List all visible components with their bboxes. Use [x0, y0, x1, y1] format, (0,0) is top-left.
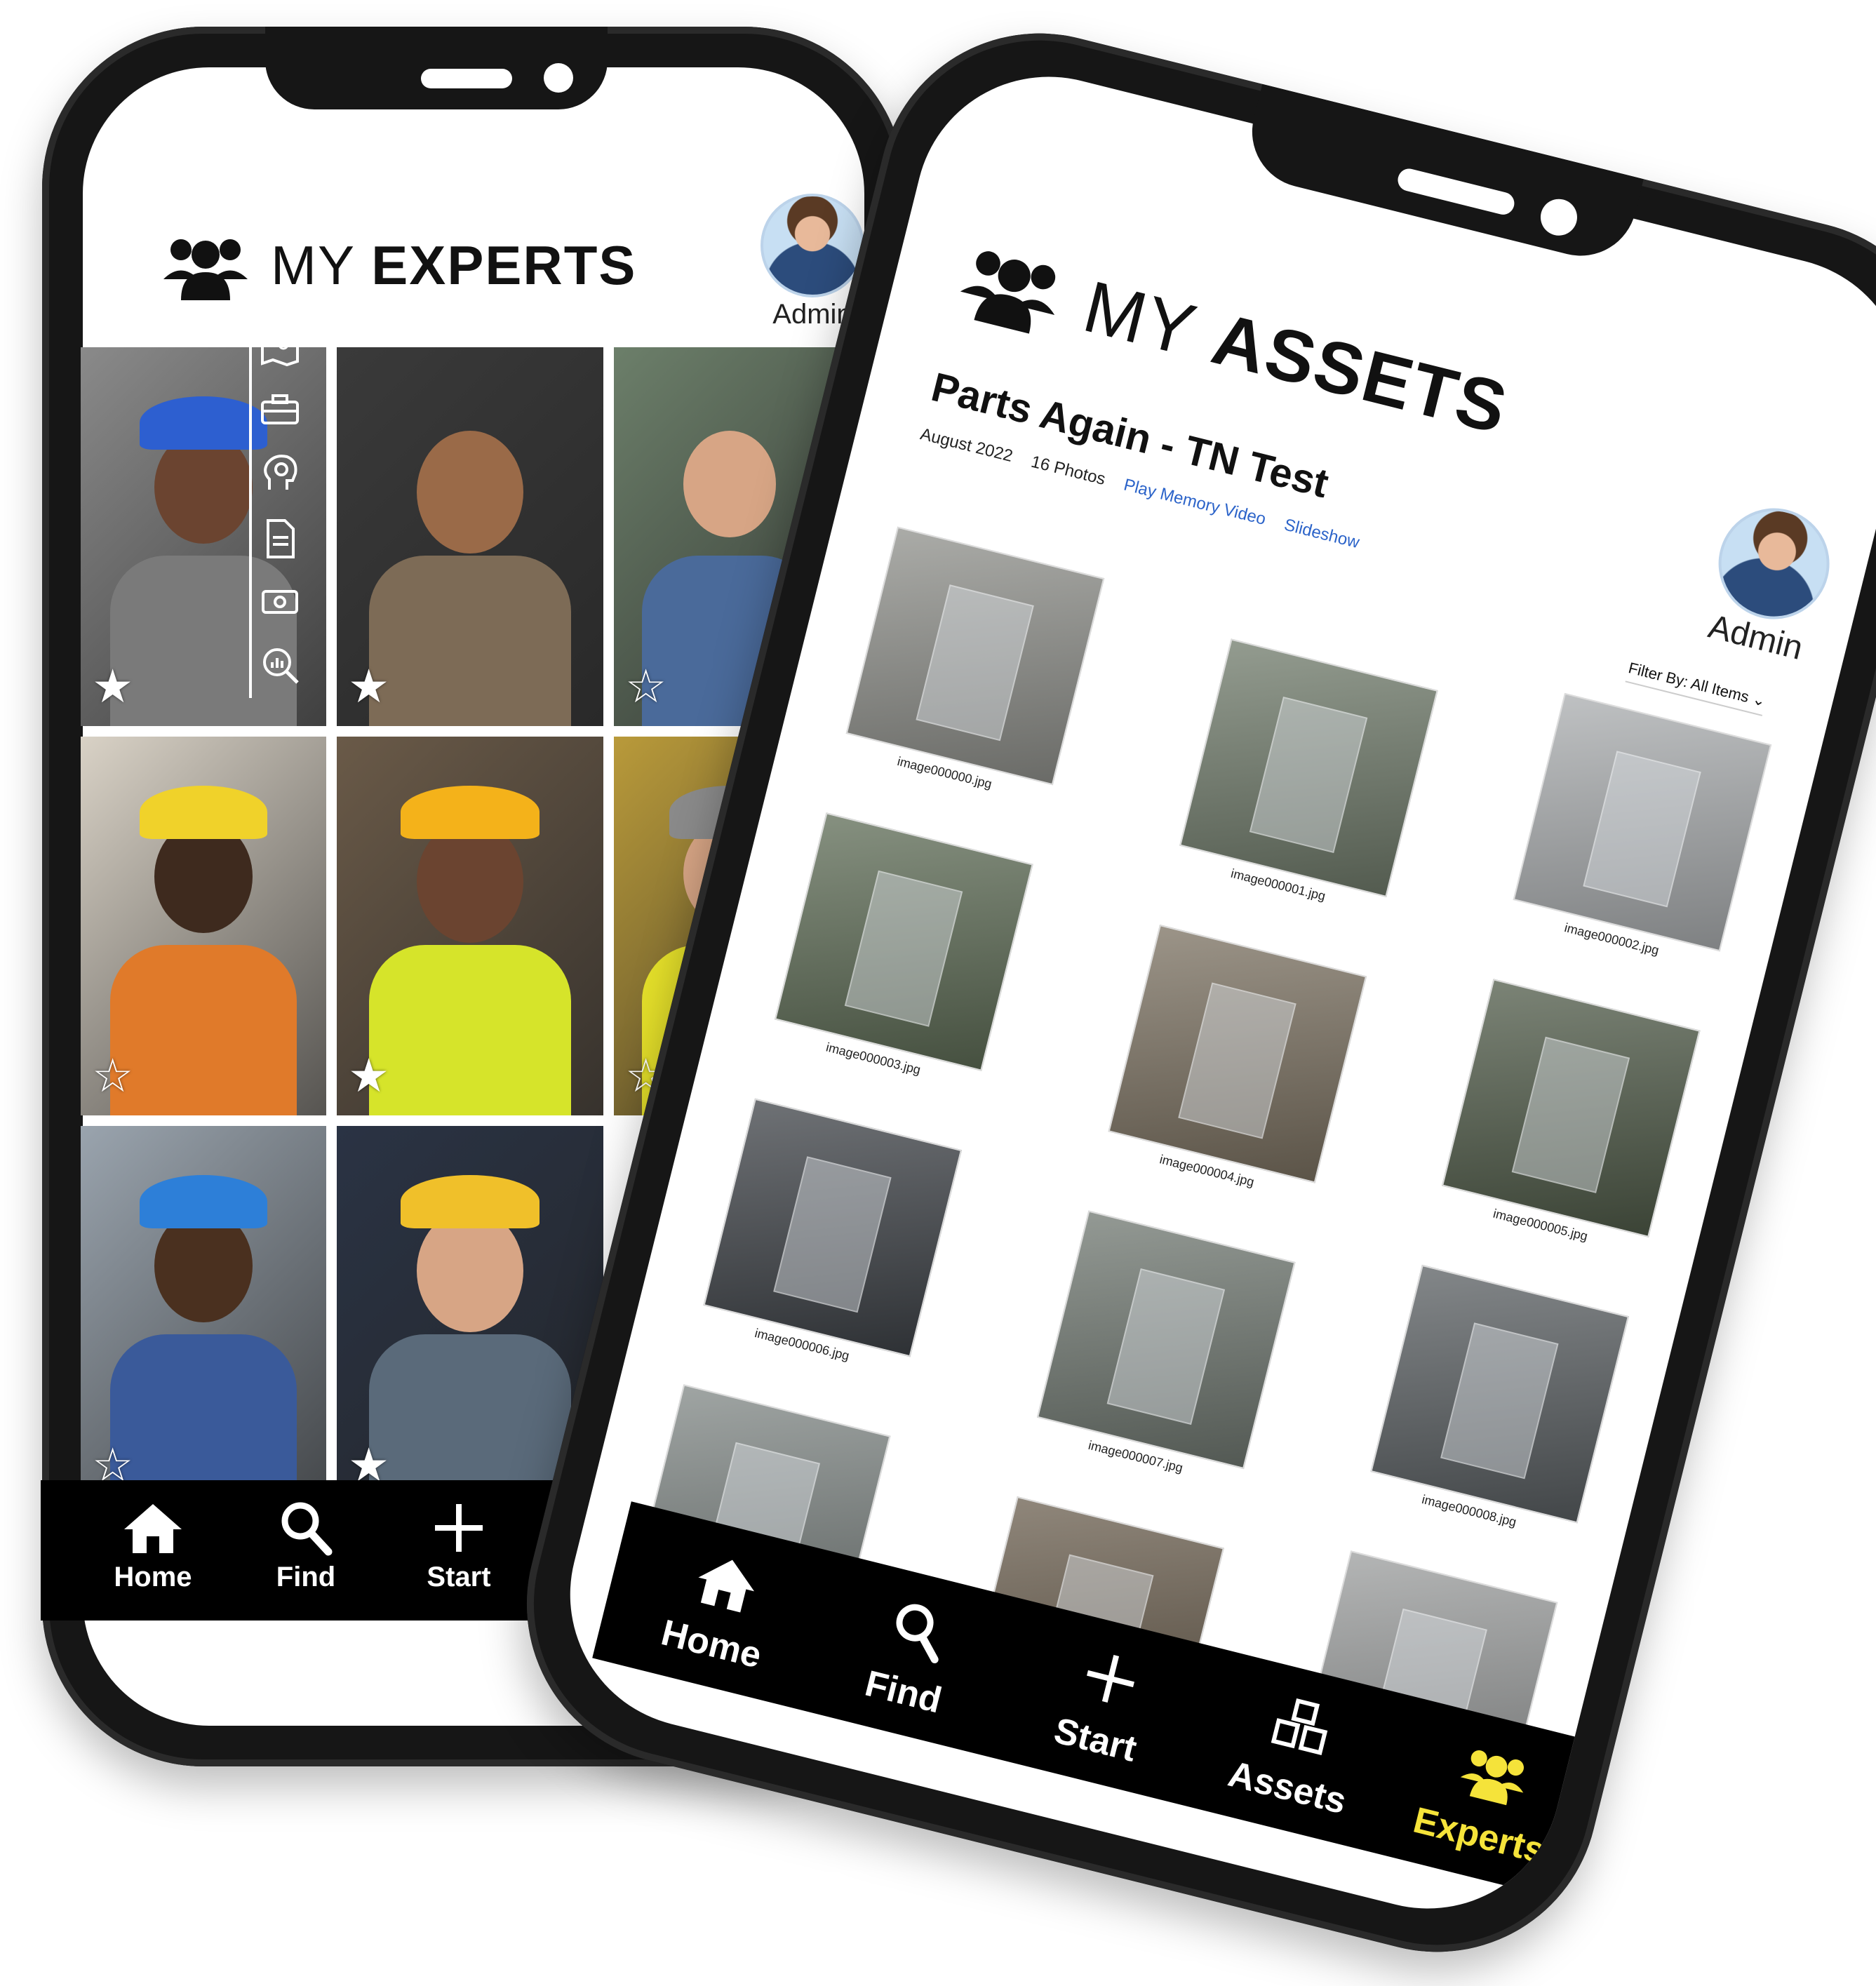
- filter-label: Filter By: All Items: [1626, 659, 1751, 706]
- star-outline-icon[interactable]: ☆: [92, 1049, 133, 1103]
- camera: [544, 63, 573, 93]
- nav-find[interactable]: Find: [844, 1576, 984, 1726]
- expert-action-bar: [249, 319, 308, 698]
- expert-body: [110, 1334, 297, 1505]
- nav-assets[interactable]: Assets: [1224, 1672, 1367, 1822]
- people-icon: [163, 239, 248, 300]
- nav-home[interactable]: Home: [652, 1529, 791, 1678]
- asset-object: [916, 584, 1034, 742]
- asset-thumbnail[interactable]: [1442, 979, 1701, 1237]
- album-count: 16 Photos: [1029, 452, 1108, 489]
- asset-object: [1440, 1322, 1559, 1480]
- expert-body: [368, 945, 572, 1115]
- expert-face: [683, 430, 776, 537]
- nav-experts[interactable]: Experts: [1409, 1720, 1560, 1872]
- expert-body: [368, 1334, 572, 1505]
- asset-object: [1249, 696, 1368, 854]
- asset-photo-card[interactable]: image000000.jpg: [840, 526, 1105, 806]
- asset-thumbnail[interactable]: [1513, 692, 1772, 952]
- home-icon: [121, 1494, 185, 1562]
- people-icon: [1450, 1725, 1539, 1824]
- cubes-icon: [1261, 1678, 1343, 1775]
- chevron-down-icon: ⌄: [1750, 690, 1768, 711]
- asset-photo-card[interactable]: image000001.jpg: [1174, 638, 1438, 918]
- hard-hat: [140, 396, 267, 450]
- expert-card[interactable]: ★: [337, 737, 603, 1115]
- expert-body: [110, 945, 297, 1115]
- asset-thumbnail[interactable]: [1179, 638, 1438, 898]
- people-icon: [960, 250, 1056, 334]
- head-gear-icon[interactable]: [259, 451, 301, 493]
- asset-photo-card[interactable]: image000004.jpg: [1103, 925, 1367, 1204]
- asset-thumbnail[interactable]: [775, 812, 1033, 1071]
- asset-object: [1583, 751, 1701, 908]
- asset-object: [844, 870, 963, 1027]
- document-icon[interactable]: [262, 518, 297, 560]
- search-icon: [881, 1583, 956, 1679]
- asset-photo-card[interactable]: image000007.jpg: [1031, 1210, 1296, 1490]
- asset-object: [1106, 1268, 1226, 1425]
- nav-start[interactable]: Start: [1036, 1624, 1175, 1773]
- toolbox-icon[interactable]: [259, 391, 301, 427]
- filter-dropdown[interactable]: Filter By: All Items ⌄: [1625, 659, 1768, 716]
- asset-object: [773, 1156, 892, 1313]
- nav-label: Home: [114, 1562, 192, 1592]
- asset-photo-card[interactable]: image000008.jpg: [1365, 1264, 1629, 1544]
- star-filled-icon[interactable]: ★: [348, 1049, 389, 1103]
- asset-thumbnail[interactable]: [845, 526, 1105, 786]
- plus-icon: [1073, 1631, 1148, 1726]
- expert-body: [368, 556, 572, 726]
- expert-face: [417, 430, 523, 553]
- hard-hat: [401, 1175, 540, 1228]
- nav-home[interactable]: Home: [97, 1494, 209, 1593]
- experts-header: MY EXPERTS: [160, 223, 636, 307]
- star-outline-icon[interactable]: ☆: [625, 659, 666, 713]
- slideshow-link[interactable]: Slideshow: [1282, 516, 1362, 553]
- expert-card[interactable]: ★: [337, 347, 603, 726]
- asset-photo-card[interactable]: image000003.jpg: [770, 812, 1033, 1092]
- expert-card[interactable]: ☆: [81, 737, 326, 1115]
- user-profile[interactable]: Admin: [1687, 494, 1852, 673]
- asset-object: [1511, 1036, 1630, 1193]
- plus-icon: [431, 1494, 487, 1562]
- asset-object: [1178, 982, 1297, 1139]
- search-icon: [278, 1494, 334, 1562]
- asset-photo-card[interactable]: image000002.jpg: [1508, 692, 1772, 972]
- speaker: [421, 69, 512, 88]
- expert-card[interactable]: ☆: [81, 1126, 326, 1505]
- asset-thumbnail[interactable]: [1370, 1264, 1629, 1524]
- hard-hat: [401, 786, 540, 839]
- page-title: MY EXPERTS: [271, 234, 637, 296]
- map-icon[interactable]: [259, 332, 301, 367]
- hard-hat: [140, 786, 267, 839]
- home-icon: [686, 1534, 768, 1631]
- nav-find[interactable]: Find: [250, 1494, 362, 1593]
- star-filled-icon[interactable]: ★: [92, 659, 133, 713]
- money-icon[interactable]: [259, 584, 301, 619]
- album-date: August 2022: [918, 424, 1015, 467]
- asset-thumbnail[interactable]: [1036, 1210, 1296, 1470]
- asset-thumbnail[interactable]: [1108, 925, 1367, 1183]
- nav-label: Start: [427, 1562, 491, 1592]
- asset-thumbnail[interactable]: [703, 1098, 963, 1357]
- star-filled-icon[interactable]: ★: [348, 659, 389, 713]
- nav-start[interactable]: Start: [403, 1494, 515, 1593]
- avatar[interactable]: [761, 194, 864, 297]
- hard-hat: [140, 1175, 267, 1228]
- asset-photo-card[interactable]: image000005.jpg: [1437, 979, 1701, 1258]
- chart-search-icon[interactable]: [259, 644, 301, 686]
- asset-photo-card[interactable]: image000006.jpg: [698, 1098, 963, 1378]
- nav-label: Find: [276, 1562, 336, 1592]
